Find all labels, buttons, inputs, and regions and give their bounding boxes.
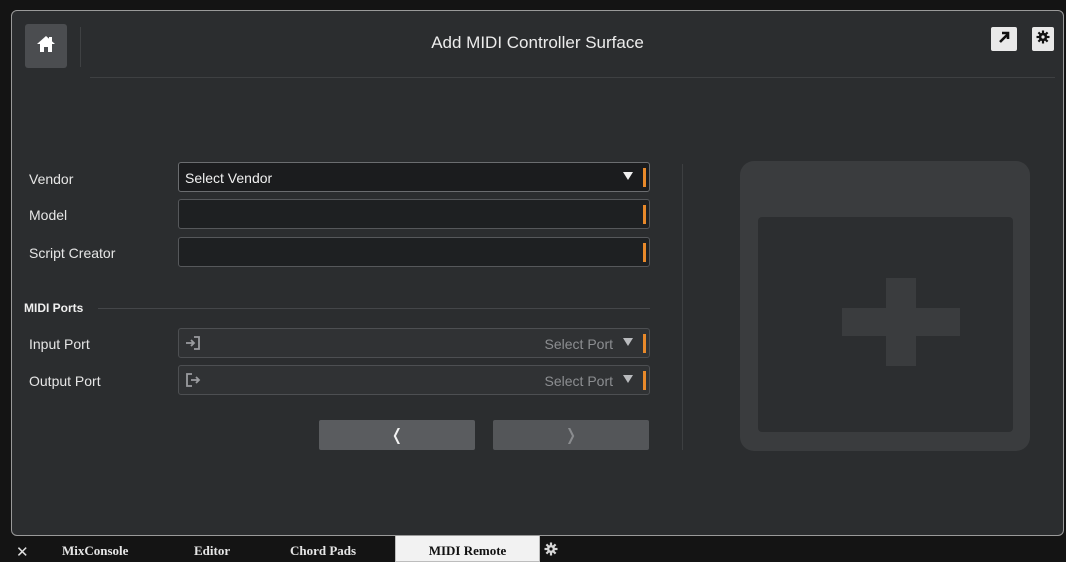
add-device-placeholder-icon bbox=[740, 161, 1030, 451]
close-icon[interactable]: ✕ bbox=[16, 543, 29, 561]
input-port-icon bbox=[185, 335, 201, 356]
gear-icon[interactable] bbox=[544, 542, 558, 561]
page-title: Add MIDI Controller Surface bbox=[431, 33, 644, 52]
required-marker bbox=[643, 243, 646, 262]
required-marker bbox=[643, 371, 646, 390]
model-label: Model bbox=[29, 207, 68, 223]
chevron-down-icon bbox=[623, 375, 633, 383]
required-marker bbox=[643, 205, 646, 224]
model-field[interactable] bbox=[178, 199, 650, 229]
header-separator bbox=[90, 77, 1055, 78]
output-port-select[interactable]: Select Port bbox=[178, 365, 650, 395]
midi-ports-heading: MIDI Ports bbox=[24, 301, 84, 315]
midi-remote-panel: Add MIDI Controller Surface Vendor Selec… bbox=[11, 10, 1064, 536]
vertical-divider bbox=[682, 164, 683, 450]
required-marker bbox=[643, 168, 646, 187]
popout-button[interactable] bbox=[991, 27, 1017, 51]
chevron-down-icon bbox=[623, 338, 633, 346]
chevron-down-icon bbox=[623, 172, 633, 180]
vendor-label: Vendor bbox=[29, 171, 74, 187]
required-marker bbox=[643, 334, 646, 353]
tab-chord-pads[interactable]: Chord Pads bbox=[290, 543, 356, 559]
input-port-select[interactable]: Select Port bbox=[178, 328, 650, 358]
tab-editor[interactable]: Editor bbox=[194, 543, 230, 559]
popout-arrow-icon bbox=[996, 29, 1012, 50]
output-port-value: Select Port bbox=[544, 373, 613, 389]
tab-mixconsole[interactable]: MixConsole bbox=[62, 543, 128, 559]
input-port-label: Input Port bbox=[29, 336, 90, 352]
vendor-select[interactable]: Select Vendor bbox=[178, 162, 650, 192]
gear-icon bbox=[1036, 30, 1050, 49]
output-port-label: Output Port bbox=[29, 373, 101, 389]
section-divider bbox=[98, 308, 650, 309]
next-button[interactable]: ❭ bbox=[493, 420, 649, 450]
script-creator-field[interactable] bbox=[178, 237, 650, 267]
plus-icon-horizontal bbox=[842, 308, 960, 336]
input-port-value: Select Port bbox=[544, 336, 613, 352]
output-port-icon bbox=[185, 372, 201, 393]
tab-midi-remote[interactable]: MIDI Remote bbox=[395, 536, 540, 562]
vendor-value: Select Vendor bbox=[185, 170, 273, 186]
settings-button[interactable] bbox=[1032, 27, 1054, 51]
script-creator-label: Script Creator bbox=[29, 245, 116, 261]
bottom-tab-bar: ✕ MixConsole Editor Chord Pads MIDI Remo… bbox=[0, 536, 1066, 562]
back-button[interactable]: ❬ bbox=[319, 420, 475, 450]
